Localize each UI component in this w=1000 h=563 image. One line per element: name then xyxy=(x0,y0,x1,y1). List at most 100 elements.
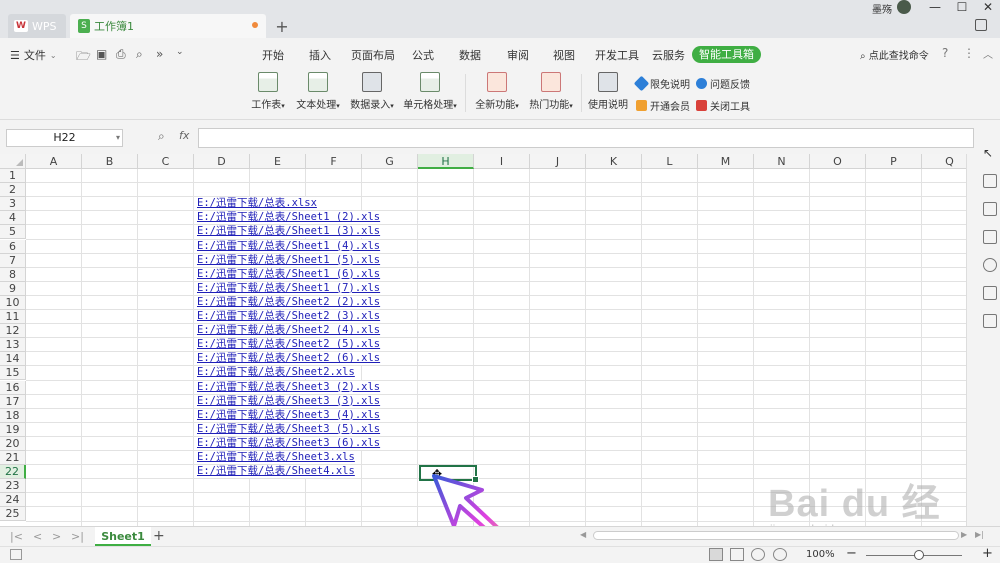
normal-view-icon[interactable] xyxy=(709,548,723,561)
open-member-button[interactable]: 开通会员 xyxy=(636,98,690,113)
tab-formula[interactable]: 公式 xyxy=(412,47,434,63)
magnifier-icon[interactable]: ⌕ xyxy=(158,129,165,144)
prev-sheet-icon[interactable]: < xyxy=(33,530,42,543)
select-all-corner[interactable] xyxy=(0,154,26,169)
hyperlink-cell[interactable]: E:/迅雷下载/总表/Sheet3 (6).xls xyxy=(196,436,381,450)
tab-wps-home[interactable]: W WPS xyxy=(8,14,66,38)
row-header[interactable]: 9 xyxy=(0,281,26,296)
hyperlink-cell[interactable]: E:/迅雷下载/总表/Sheet1 (3).xls xyxy=(196,225,381,239)
panel-toggle-icon[interactable] xyxy=(975,19,987,31)
row-header[interactable]: 13 xyxy=(0,338,26,353)
find-command-button[interactable]: ⌕ 点此查找命令 xyxy=(860,47,929,62)
row-header[interactable]: 1 xyxy=(0,169,26,184)
hyperlink-cell[interactable]: E:/迅雷下载/总表/Sheet2 (5).xls xyxy=(196,338,381,352)
tab-review[interactable]: 审阅 xyxy=(507,47,529,63)
print-icon[interactable]: ⎙ xyxy=(116,47,126,62)
free-limited-button[interactable]: 限免说明 xyxy=(633,75,690,92)
column-header[interactable]: K xyxy=(586,154,642,169)
column-header[interactable]: C xyxy=(138,154,194,169)
select-arrow-icon[interactable]: ↖ xyxy=(983,146,997,160)
hyperlink-cell[interactable]: E:/迅雷下载/总表.xlsx xyxy=(196,197,317,211)
hyperlink-cell[interactable]: E:/迅雷下载/总表/Sheet1 (5).xls xyxy=(196,253,381,267)
close-icon[interactable]: ✕ xyxy=(979,0,997,14)
column-header[interactable]: P xyxy=(866,154,922,169)
row-header[interactable]: 16 xyxy=(0,380,26,395)
column-header[interactable]: N xyxy=(754,154,810,169)
row-header[interactable]: 19 xyxy=(0,422,26,437)
row-header[interactable]: 8 xyxy=(0,267,26,282)
tab-data[interactable]: 数据 xyxy=(459,47,481,63)
formula-input[interactable] xyxy=(198,128,974,148)
instructions-button[interactable]: 使用说明 xyxy=(588,72,628,111)
row-header[interactable]: 20 xyxy=(0,436,26,451)
more-icon[interactable]: ⋮ xyxy=(963,46,975,60)
hyperlink-cell[interactable]: E:/迅雷下载/总表/Sheet2 (4).xls xyxy=(196,324,381,338)
row-header[interactable]: 23 xyxy=(0,479,26,494)
hyperlink-cell[interactable]: E:/迅雷下载/总表/Sheet1 (4).xls xyxy=(196,239,381,253)
row-header[interactable]: 21 xyxy=(0,451,26,466)
sheet-tab-sheet1[interactable]: Sheet1 xyxy=(95,527,151,546)
help-icon[interactable]: ? xyxy=(942,46,948,60)
column-header[interactable]: F xyxy=(306,154,362,169)
page-break-view-icon[interactable] xyxy=(730,548,744,561)
row-header[interactable]: 3 xyxy=(0,197,26,212)
column-header[interactable]: G xyxy=(362,154,418,169)
customize-icon[interactable]: ⌄ xyxy=(176,47,184,57)
style-icon[interactable] xyxy=(983,202,997,216)
column-header[interactable]: I xyxy=(474,154,530,169)
history-icon[interactable] xyxy=(983,258,997,272)
scroll-left-icon[interactable]: ◀ xyxy=(580,530,586,539)
close-tool-button[interactable]: 关闭工具 xyxy=(696,98,750,113)
column-header[interactable]: E xyxy=(250,154,306,169)
data-entry-button[interactable]: 数据录入▾ xyxy=(348,72,396,111)
hyperlink-cell[interactable]: E:/迅雷下载/总表/Sheet4.xls xyxy=(196,465,355,479)
row-header[interactable]: 4 xyxy=(0,211,26,226)
new-features-button[interactable]: 全新功能▾ xyxy=(473,72,521,111)
hot-features-button[interactable]: 热门功能▾ xyxy=(527,72,575,111)
column-header[interactable]: Q xyxy=(922,154,966,169)
column-header[interactable]: M xyxy=(698,154,754,169)
zoom-in-icon[interactable]: + xyxy=(982,546,993,561)
hyperlink-cell[interactable]: E:/迅雷下载/总表/Sheet3 (2).xls xyxy=(196,380,381,394)
column-header[interactable]: J xyxy=(530,154,586,169)
hyperlink-cell[interactable]: E:/迅雷下载/总表/Sheet1 (7).xls xyxy=(196,281,381,295)
column-header[interactable]: H xyxy=(418,154,474,169)
collapse-ribbon-icon[interactable]: ︿ xyxy=(983,46,993,61)
first-sheet-icon[interactable]: |< xyxy=(10,530,23,543)
hyperlink-cell[interactable]: E:/迅雷下载/总表/Sheet3 (5).xls xyxy=(196,422,381,436)
row-header[interactable]: 2 xyxy=(0,183,26,198)
zoom-level[interactable]: 100% xyxy=(806,549,835,560)
row-header[interactable]: 24 xyxy=(0,493,26,508)
apps-grid-icon[interactable] xyxy=(983,314,997,328)
read-mode-icon[interactable] xyxy=(751,548,765,561)
column-header[interactable]: D xyxy=(194,154,250,169)
save-icon[interactable]: ▣ xyxy=(96,47,107,61)
hyperlink-cell[interactable]: E:/迅雷下载/总表/Sheet2.xls xyxy=(196,366,355,380)
hyperlink-cell[interactable]: E:/迅雷下载/总表/Sheet2 (3).xls xyxy=(196,310,381,323)
row-header[interactable]: 10 xyxy=(0,295,26,310)
horizontal-scrollbar[interactable] xyxy=(593,531,959,540)
row-header[interactable]: 17 xyxy=(0,394,26,409)
hyperlink-cell[interactable]: E:/迅雷下载/总表/Sheet2 (6).xls xyxy=(196,352,381,366)
maximize-icon[interactable]: ☐ xyxy=(953,0,971,14)
row-header[interactable]: 11 xyxy=(0,310,26,325)
backup-icon[interactable] xyxy=(983,286,997,300)
hyperlink-cell[interactable]: E:/迅雷下载/总表/Sheet3 (4).xls xyxy=(196,408,381,422)
column-header[interactable]: L xyxy=(642,154,698,169)
column-header[interactable]: O xyxy=(810,154,866,169)
row-header[interactable]: 18 xyxy=(0,408,26,423)
fx-icon[interactable]: fx xyxy=(179,129,189,142)
scroll-right-icon[interactable]: ▶ xyxy=(961,530,967,539)
chevron-down-icon[interactable]: ▾ xyxy=(116,130,120,146)
tab-cloud[interactable]: 云服务 xyxy=(652,47,685,63)
hyperlink-cell[interactable]: E:/迅雷下载/总表/Sheet1 (2).xls xyxy=(196,211,381,225)
next-sheet-icon[interactable]: > xyxy=(52,530,61,543)
last-sheet-icon[interactable]: >| xyxy=(71,530,84,543)
hyperlink-cell[interactable]: E:/迅雷下载/总表/Sheet2 (2).xls xyxy=(196,295,381,309)
tab-view[interactable]: 视图 xyxy=(553,47,575,63)
worksheet-button[interactable]: 工作表▾ xyxy=(248,72,288,111)
zoom-slider-thumb[interactable] xyxy=(914,550,924,560)
hyperlink-cell[interactable]: E:/迅雷下载/总表/Sheet1 (6).xls xyxy=(196,267,381,281)
tab-workbook[interactable]: S 工作簿1 xyxy=(70,14,266,38)
user-name[interactable]: 墨殇 xyxy=(872,1,892,16)
